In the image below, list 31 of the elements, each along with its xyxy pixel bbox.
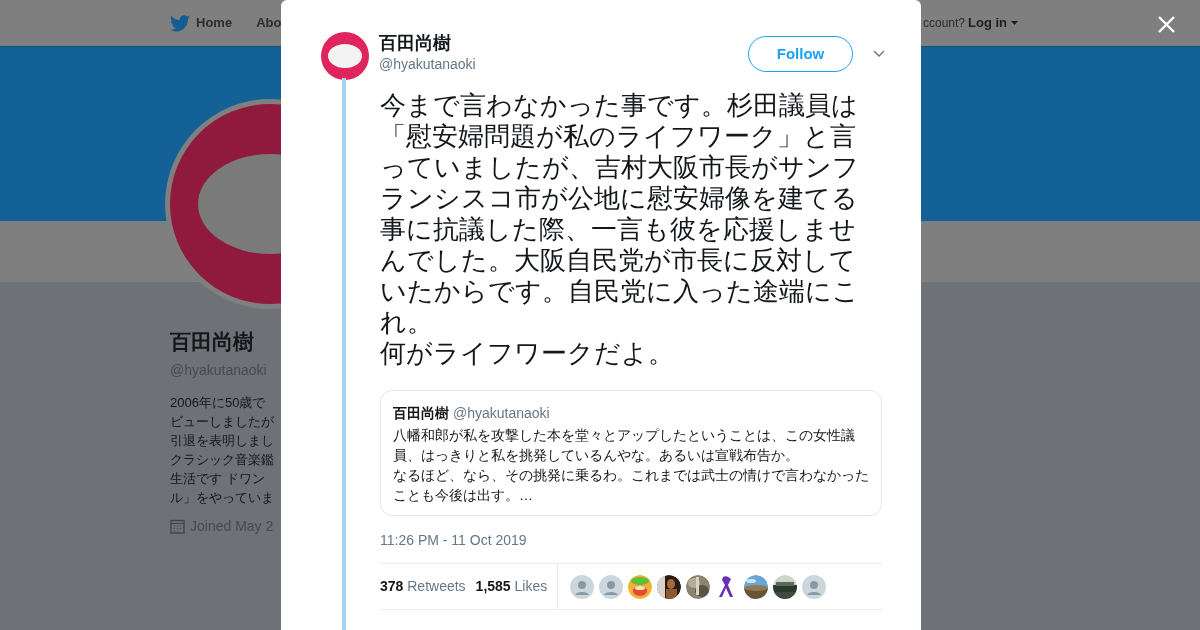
avatar-icon[interactable] [321, 32, 369, 80]
tweet-timestamp[interactable]: 11:26 PM - 11 Oct 2019 [380, 530, 882, 551]
nav-link[interactable]: Abo [256, 13, 282, 33]
tweet-text: 何がライフワークだよ。 [380, 338, 675, 369]
like-count[interactable]: 1,585 Likes [475, 576, 548, 597]
retweet-count[interactable]: 378 Retweets [380, 576, 466, 597]
account-prompt: ccount? [922, 15, 965, 32]
bio-line: 生活です ドワン [170, 469, 266, 488]
bio-line: クラシック音楽鑑 [170, 450, 275, 469]
quoted-author-handle: @hyakutanaoki [453, 404, 550, 423]
default-avatar-icon[interactable] [599, 574, 624, 599]
default-avatar-icon[interactable] [570, 574, 595, 599]
tweet-text: 今まで言わなかった事です。杉田議員は「慰安婦問題が私のライフワーク」と言っていましたが、吉村大阪市長がサンフランシスコ市が公地に慰安婦像を建てる事に抗議した際、一言も彼を応援しませんでした。大阪自民党が市長に反対していたからです。自民党に入った途端にこれ。 [380, 90, 860, 338]
bio-line: ビューしましたが [170, 412, 275, 431]
caret-icon [1011, 21, 1018, 25]
close-icon[interactable] [1158, 16, 1175, 33]
quoted-tweet[interactable]: 百田尚樹 @hyakutanaoki 八幡和郎が私を攻撃した本を堂々とアップしたということは、この女性議員、はっきりと私を挑発しているんやな。あるいは宣戦布告か。 なるほど、なら、その挑発に乗るわ。これまでは武士の情けで言わなかったことも今後は出す。… [380, 390, 882, 516]
quoted-author-name: 百田尚樹 [393, 404, 449, 423]
login-link[interactable]: Log in [968, 13, 1018, 33]
profile-name: 百田尚樹 [170, 329, 255, 355]
nav-link[interactable]: Home [170, 13, 233, 33]
author-name[interactable]: 百田尚樹 [379, 32, 748, 54]
author-handle: @hyakutanaoki [379, 55, 477, 74]
quoted-tweet-text: なるほど、なら、その挑発に乗るわ。これまでは武士の情けで言わなかったことも今後は出す。… [393, 466, 869, 505]
bio-line: 2006年に50歳で [170, 393, 267, 412]
quoted-tweet-text: 八幡和郎が私を攻撃した本を堂々とアップしたということは、この女性議員、はっきりと私を挑発しているんやな。あるいは宣戦布告か。 [393, 426, 856, 465]
bio-line: 引退を表明しまし [170, 431, 275, 450]
bio-line: ル」をやっていま [170, 488, 275, 507]
bird-icon [170, 14, 190, 32]
calendar-icon [170, 518, 185, 534]
chevron-down-icon[interactable] [873, 50, 885, 58]
